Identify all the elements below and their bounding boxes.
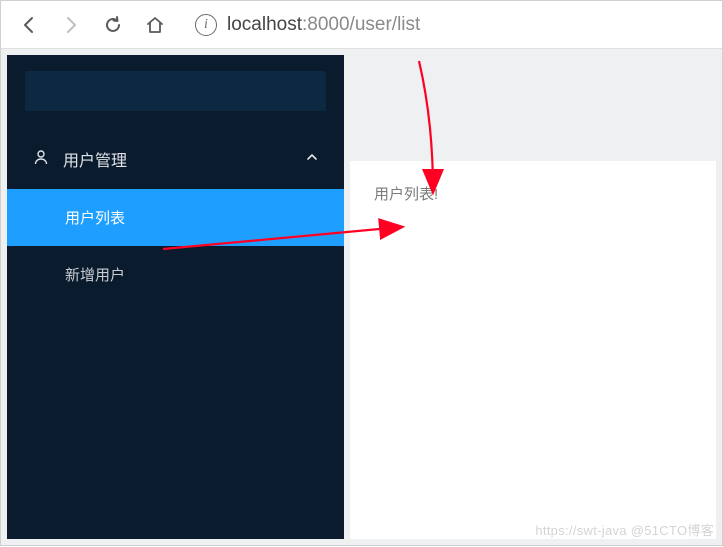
menu-item-user-list[interactable]: 用户列表 (7, 189, 344, 246)
person-icon (33, 149, 49, 170)
brand-placeholder (25, 71, 326, 111)
forward-button[interactable] (61, 15, 81, 35)
content-area: 用户管理 用户列表 新增用户 用户列表! (1, 49, 722, 545)
menu-group-user-mgmt[interactable]: 用户管理 (7, 129, 344, 189)
back-button[interactable] (19, 15, 39, 35)
url-host: localhost (227, 14, 302, 35)
reload-button[interactable] (103, 15, 123, 35)
watermark: https://swt-java @51CTO博客 (535, 520, 714, 539)
menu-item-add-user[interactable]: 新增用户 (7, 246, 344, 303)
main-panel: 用户列表! (350, 55, 716, 539)
url-port-path: :8000/user/list (302, 14, 420, 35)
address-bar[interactable]: i localhost:8000/user/list (195, 14, 420, 36)
menu-group-label: 用户管理 (63, 147, 306, 171)
sidebar: 用户管理 用户列表 新增用户 (7, 55, 344, 539)
chevron-up-icon (306, 150, 318, 168)
menu-item-label: 用户列表 (65, 210, 125, 227)
info-icon[interactable]: i (195, 14, 217, 36)
main-header-gap (350, 55, 716, 161)
url-text: localhost:8000/user/list (227, 14, 420, 36)
main-content: 用户列表! (350, 161, 716, 539)
browser-toolbar: i localhost:8000/user/list (1, 1, 722, 49)
home-button[interactable] (145, 15, 165, 35)
content-text: 用户列表! (374, 186, 438, 203)
menu-item-label: 新增用户 (65, 267, 125, 284)
